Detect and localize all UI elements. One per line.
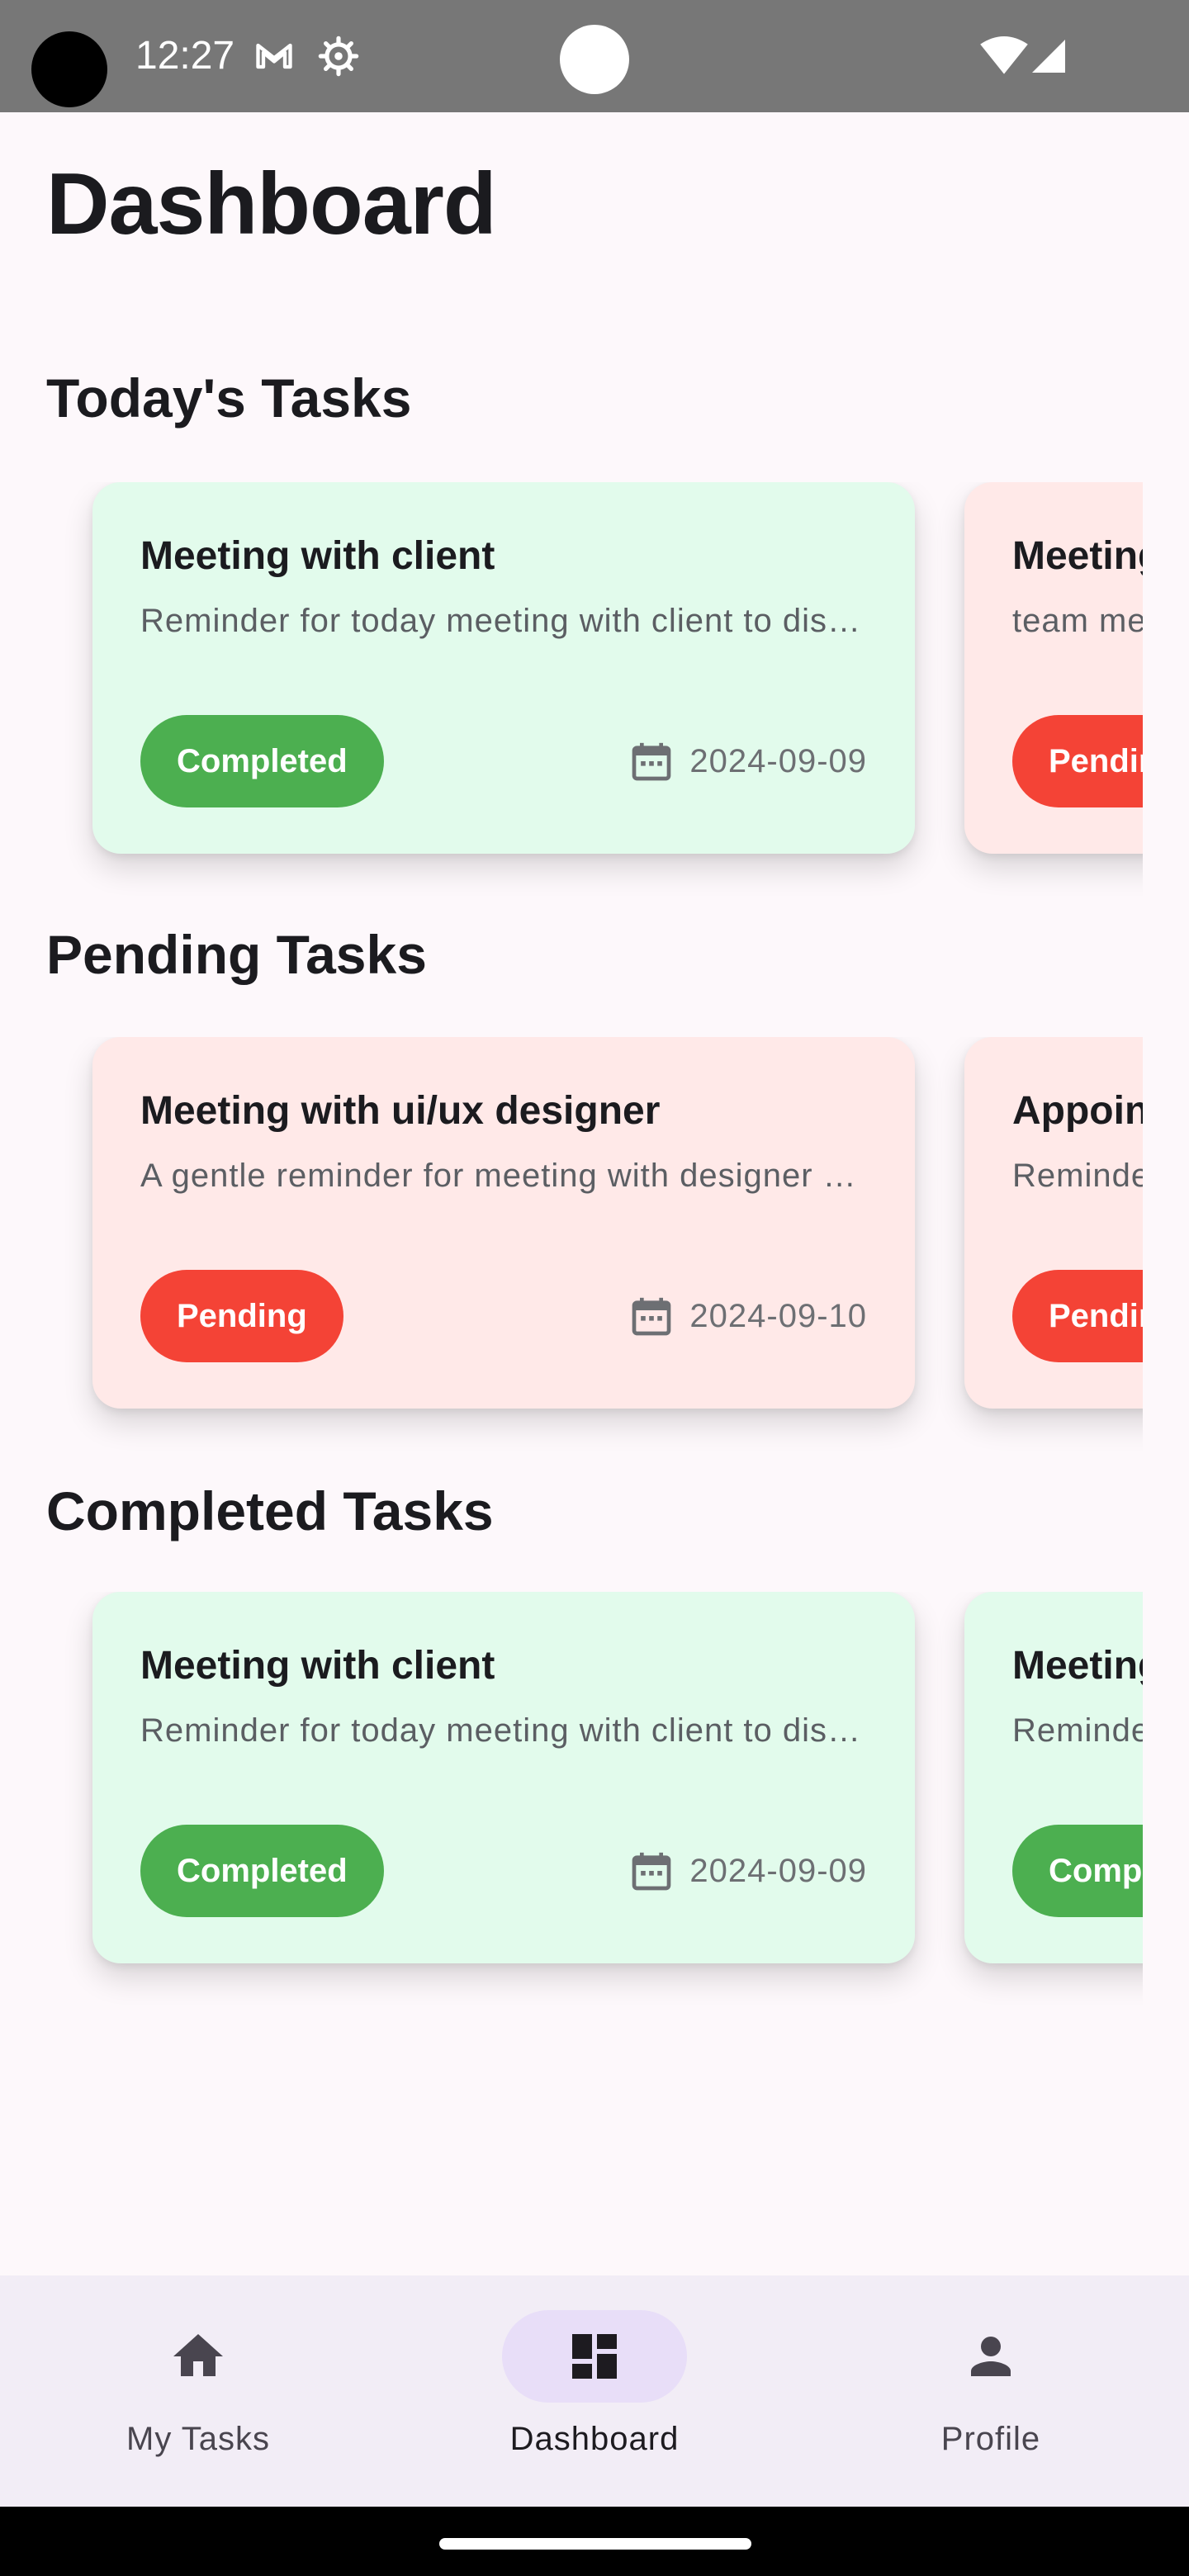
completed-tasks-carousel[interactable]: Meeting with client Reminder for today m… bbox=[0, 1592, 1143, 2021]
status-badge: Completed bbox=[140, 715, 384, 807]
status-badge: Completed bbox=[140, 1825, 384, 1917]
task-description: Reminder for today meeting with client t… bbox=[140, 603, 867, 639]
status-badge: Pending bbox=[1012, 1270, 1143, 1362]
task-title: Meeting with client bbox=[140, 534, 495, 578]
task-date: 2024-09-09 bbox=[689, 742, 867, 779]
task-description: team meeting reminder bbox=[1012, 603, 1143, 639]
system-gesture-bar bbox=[0, 2507, 1189, 2576]
todays-tasks-carousel[interactable]: Meeting with client Reminder for today m… bbox=[0, 482, 1143, 912]
task-card[interactable]: Meeting with ui/ux designer A gentle rem… bbox=[92, 1037, 915, 1409]
bottom-navigation-bar: My Tasks Dashboard Profile bbox=[0, 2275, 1189, 2507]
nav-label: My Tasks bbox=[126, 2421, 270, 2457]
section-title-completed-tasks: Completed Tasks bbox=[46, 1480, 494, 1541]
wifi-icon bbox=[980, 36, 1028, 74]
home-gesture-handle[interactable] bbox=[439, 2538, 751, 2550]
task-description: A gentle reminder for meeting with desig… bbox=[140, 1158, 867, 1194]
nav-item-profile[interactable]: Profile bbox=[793, 2275, 1189, 2507]
calendar-icon bbox=[632, 742, 671, 781]
gmail-icon bbox=[256, 43, 292, 69]
task-card[interactable]: Appointment Reminder Pending bbox=[964, 1037, 1143, 1409]
calendar-icon bbox=[632, 1852, 671, 1891]
status-bar: 12:27 bbox=[0, 0, 1189, 112]
section-title-pending-tasks: Pending Tasks bbox=[46, 924, 427, 985]
task-date: 2024-09-10 bbox=[689, 1297, 867, 1334]
status-badge: Completed bbox=[1012, 1825, 1143, 1917]
task-description: Reminder for today meeting with client t… bbox=[140, 1712, 867, 1749]
settings-gear-icon bbox=[318, 36, 359, 77]
nav-item-my-tasks[interactable]: My Tasks bbox=[0, 2275, 396, 2507]
status-badge: Pending bbox=[1012, 715, 1143, 807]
task-title: Meeting with client bbox=[140, 1644, 495, 1688]
task-date: 2024-09-09 bbox=[689, 1852, 867, 1889]
task-description: Reminder bbox=[1012, 1712, 1143, 1749]
task-card[interactable]: Meeting with client Reminder for today m… bbox=[92, 482, 915, 854]
camera-cutout bbox=[31, 31, 107, 107]
nav-label: Dashboard bbox=[509, 2421, 680, 2457]
dashboard-screen: 12:27 Dashboard Today's Tasks Meeting wi… bbox=[0, 0, 1189, 2576]
status-center-indicator bbox=[560, 25, 629, 94]
nav-item-dashboard[interactable]: Dashboard bbox=[396, 2275, 793, 2507]
section-title-todays-tasks: Today's Tasks bbox=[46, 367, 412, 429]
pending-tasks-carousel[interactable]: Meeting with ui/ux designer A gentle rem… bbox=[0, 1037, 1143, 1466]
nav-label: Profile bbox=[940, 2421, 1041, 2457]
task-description: Reminder bbox=[1012, 1158, 1143, 1194]
status-time: 12:27 bbox=[135, 34, 235, 78]
dashboard-icon bbox=[572, 2334, 617, 2379]
task-title: Meeting with ui/ux designer bbox=[140, 1089, 661, 1133]
task-card[interactable]: Meeting Reminder Completed bbox=[964, 1592, 1143, 1963]
task-title: Meeting with team bbox=[1012, 534, 1143, 578]
task-card[interactable]: Meeting with team team meeting reminder … bbox=[964, 482, 1143, 854]
page-title: Dashboard bbox=[46, 155, 497, 253]
task-title: Meeting bbox=[1012, 1644, 1143, 1688]
calendar-icon bbox=[632, 1297, 671, 1336]
task-title: Appointment bbox=[1012, 1089, 1143, 1133]
person-icon bbox=[971, 2337, 1011, 2376]
status-badge: Pending bbox=[140, 1270, 343, 1362]
task-card[interactable]: Meeting with client Reminder for today m… bbox=[92, 1592, 915, 1963]
cellular-signal-icon bbox=[1032, 40, 1065, 73]
home-icon bbox=[173, 2334, 223, 2376]
